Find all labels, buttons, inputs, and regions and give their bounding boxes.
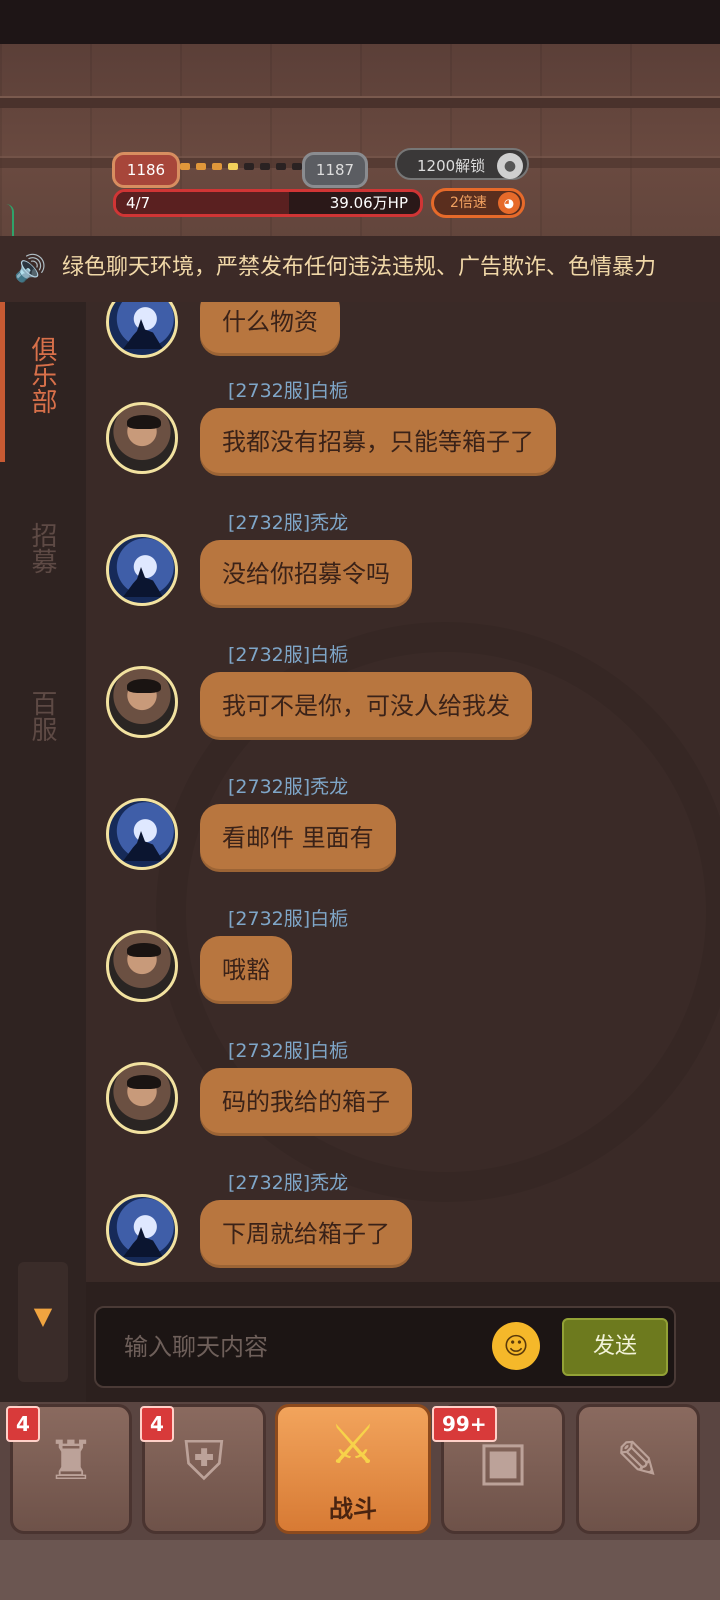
- message-bubble: 看邮件 里面有: [200, 804, 396, 872]
- message-bubble: 下周就给箱子了: [200, 1200, 412, 1268]
- chat-input-placeholder: 输入聊天内容: [124, 1333, 268, 1361]
- tab-recruit[interactable]: 招募: [27, 522, 58, 574]
- wolf-avatar[interactable]: [106, 302, 178, 358]
- level-progress-dots: [180, 163, 318, 170]
- chat-message-list[interactable]: 什么物资 [2732服]白栀 我都没有招募，只能等箱子了 [2732服]秃龙 没…: [86, 302, 720, 1282]
- map-scroll-icon: ✎: [615, 1429, 661, 1492]
- sender-name: [2732服]白栀: [228, 908, 349, 930]
- unlock-button[interactable]: 1200解锁 ●: [395, 148, 529, 180]
- tab-club[interactable]: 俱乐部: [27, 336, 58, 414]
- next-level-badge: 1187: [302, 152, 368, 188]
- chevron-down-icon: ▼: [33, 1302, 53, 1330]
- stage-counter: 4/7: [126, 194, 151, 212]
- chat-channel-sidebar: [0, 302, 86, 1402]
- wood-beam: [0, 96, 720, 108]
- hp-value: 39.06万HP: [329, 194, 408, 212]
- face-avatar[interactable]: [106, 930, 178, 1002]
- sender-name: [2732服]秃龙: [228, 512, 349, 534]
- tab-all-servers[interactable]: 百服: [27, 690, 58, 742]
- chat-rules-banner: 🔊 绿色聊天环境，严禁发布任何违法违规、广告欺诈、色情暴力: [0, 236, 720, 302]
- hero-count-badge: 4: [6, 1406, 40, 1442]
- unlock-label: 1200解锁: [417, 157, 486, 175]
- sender-name: [2732服]白栀: [228, 644, 349, 666]
- nav-battle-button[interactable]: ⚔ 战斗: [275, 1404, 431, 1534]
- speaker-icon: 🔊: [14, 254, 47, 284]
- equipment-count-badge: 4: [140, 1406, 174, 1442]
- sender-name: [2732服]秃龙: [228, 776, 349, 798]
- wolf-avatar[interactable]: [106, 1194, 178, 1266]
- speed-label: 2倍速: [450, 195, 487, 211]
- nav-map-button[interactable]: ✎: [576, 1404, 700, 1534]
- nav-battle-label: 战斗: [329, 1495, 377, 1523]
- sender-name: [2732服]白栀: [228, 380, 349, 402]
- active-tab-indicator: [0, 302, 5, 462]
- lock-icon: ●: [497, 153, 523, 179]
- wolf-avatar[interactable]: [106, 534, 178, 606]
- status-bar: [0, 0, 720, 44]
- chest-count-badge: 99+: [432, 1406, 497, 1442]
- crossed-axes-icon: ⚔: [328, 1413, 378, 1476]
- speedometer-icon: ◕: [498, 192, 520, 214]
- message-bubble: 码的我给的箱子: [200, 1068, 412, 1136]
- face-avatar[interactable]: [106, 1062, 178, 1134]
- wolf-avatar[interactable]: [106, 798, 178, 870]
- message-bubble: 哦豁: [200, 936, 292, 1004]
- sender-name: [2732服]白栀: [228, 1040, 349, 1062]
- sender-name: [2732服]秃龙: [228, 1172, 349, 1194]
- emoji-icon[interactable]: ☺: [492, 1322, 540, 1370]
- speed-toggle-button[interactable]: 2倍速 ◕: [431, 188, 525, 218]
- message-bubble: 我可不是你，可没人给我发: [200, 672, 532, 740]
- current-level-badge: 1186: [112, 152, 180, 188]
- scroll-to-bottom-button[interactable]: ▼: [18, 1262, 68, 1382]
- message-bubble: 没给你招募令吗: [200, 540, 412, 608]
- send-button[interactable]: 发送: [562, 1318, 668, 1376]
- notice-text: 绿色聊天环境，严禁发布任何违法违规、广告欺诈、色情暴力: [62, 255, 657, 280]
- face-avatar[interactable]: [106, 402, 178, 474]
- message-bubble: 我都没有招募，只能等箱子了: [200, 408, 556, 476]
- face-avatar[interactable]: [106, 666, 178, 738]
- hp-bar: 4/7 39.06万HP: [113, 189, 423, 217]
- message-bubble: 什么物资: [200, 302, 340, 356]
